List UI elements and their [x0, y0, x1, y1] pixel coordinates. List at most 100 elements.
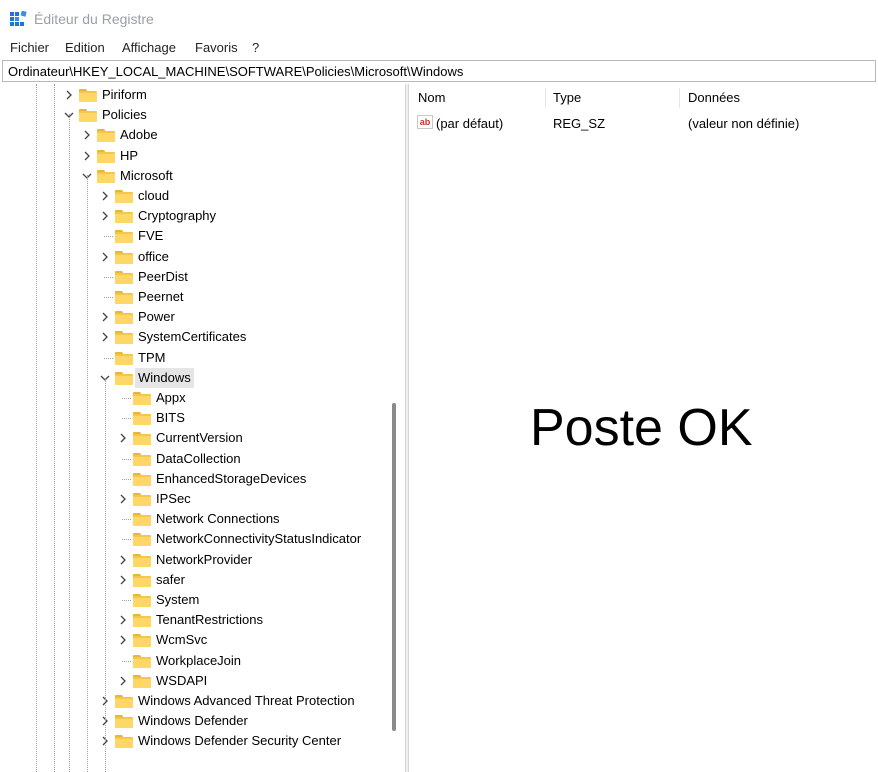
tree-node[interactable]: Policies — [0, 105, 400, 125]
tree-node[interactable]: FVE — [0, 226, 400, 246]
column-header-type[interactable]: Type — [553, 90, 581, 105]
tree-node[interactable]: Windows Defender — [0, 711, 400, 731]
tree-node-label[interactable]: CurrentVersion — [153, 428, 246, 448]
tree-node-label[interactable]: Policies — [99, 105, 150, 125]
tree-node[interactable]: safer — [0, 570, 400, 590]
tree-node[interactable]: NetworkProvider — [0, 550, 400, 570]
chevron-right-icon[interactable] — [99, 307, 111, 327]
chevron-right-icon[interactable] — [117, 550, 129, 570]
chevron-right-icon[interactable] — [99, 186, 111, 206]
chevron-right-icon[interactable] — [117, 671, 129, 691]
tree-node[interactable]: CurrentVersion — [0, 428, 400, 448]
chevron-right-icon[interactable] — [99, 327, 111, 347]
tree-node[interactable]: Microsoft — [0, 166, 400, 186]
tree-node-label[interactable]: Microsoft — [117, 166, 176, 186]
tree-node-label[interactable]: System — [153, 590, 202, 610]
menu-fichier[interactable]: Fichier — [10, 40, 49, 55]
tree-node-label[interactable]: Windows Advanced Threat Protection — [135, 691, 358, 711]
chevron-right-icon[interactable] — [81, 125, 93, 145]
column-separator[interactable] — [679, 88, 680, 108]
tree-node-label[interactable]: cloud — [135, 186, 172, 206]
tree-node-label[interactable]: Power — [135, 307, 178, 327]
tree-node-label[interactable]: Cryptography — [135, 206, 219, 226]
tree-node[interactable]: office — [0, 247, 400, 267]
tree-node-label[interactable]: EnhancedStorageDevices — [153, 469, 309, 489]
tree-node-label[interactable]: BITS — [153, 408, 188, 428]
tree-node-label[interactable]: Piriform — [99, 85, 150, 105]
tree-node-label[interactable]: FVE — [135, 226, 166, 246]
menu-favoris[interactable]: Favoris — [195, 40, 238, 55]
tree-node-label[interactable]: HP — [117, 146, 141, 166]
chevron-right-icon[interactable] — [117, 630, 129, 650]
chevron-right-icon[interactable] — [117, 570, 129, 590]
chevron-right-icon[interactable] — [117, 428, 129, 448]
tree-node[interactable]: System — [0, 590, 400, 610]
tree-node-label[interactable]: PeerDist — [135, 267, 191, 287]
tree-node[interactable]: Adobe — [0, 125, 400, 145]
tree-node[interactable]: WcmSvc — [0, 630, 400, 650]
column-header-data[interactable]: Données — [688, 90, 740, 105]
tree-node[interactable]: WorkplaceJoin — [0, 651, 400, 671]
tree-node[interactable]: TenantRestrictions — [0, 610, 400, 630]
tree-node[interactable]: Power — [0, 307, 400, 327]
tree-node-label[interactable]: IPSec — [153, 489, 194, 509]
tree-node[interactable]: TPM — [0, 348, 400, 368]
tree-node[interactable]: BITS — [0, 408, 400, 428]
tree-node[interactable]: NetworkConnectivityStatusIndicator — [0, 529, 400, 549]
column-header-name[interactable]: Nom — [418, 90, 445, 105]
tree-node[interactable]: DataCollection — [0, 449, 400, 469]
tree-node[interactable]: Windows — [0, 367, 400, 388]
tree-node-label[interactable]: Windows Defender Security Center — [135, 731, 344, 751]
tree-node-label[interactable]: WSDAPI — [153, 671, 210, 691]
tree-node[interactable]: Peernet — [0, 287, 400, 307]
tree-node-label[interactable]: NetworkConnectivityStatusIndicator — [153, 529, 364, 549]
tree-node-label[interactable]: Windows — [135, 367, 194, 388]
chevron-right-icon[interactable] — [99, 206, 111, 226]
tree-node-label[interactable]: Network Connections — [153, 509, 283, 529]
tree-node-label[interactable]: SystemCertificates — [135, 327, 249, 347]
tree-node[interactable]: Network Connections — [0, 509, 400, 529]
tree-node-label[interactable]: TenantRestrictions — [153, 610, 266, 630]
address-bar[interactable]: Ordinateur\HKEY_LOCAL_MACHINE\SOFTWARE\P… — [2, 60, 876, 82]
pane-splitter[interactable] — [405, 84, 409, 772]
tree-node[interactable]: SystemCertificates — [0, 327, 400, 347]
value-data: (valeur non définie) — [688, 116, 800, 131]
tree-node[interactable]: EnhancedStorageDevices — [0, 469, 400, 489]
tree-node-label[interactable]: Adobe — [117, 125, 161, 145]
tree-node[interactable]: IPSec — [0, 489, 400, 509]
chevron-right-icon[interactable] — [63, 85, 75, 105]
tree-node[interactable]: Appx — [0, 388, 400, 408]
tree-node-label[interactable]: Windows Defender — [135, 711, 251, 731]
tree-node[interactable]: cloud — [0, 186, 400, 206]
address-path[interactable]: Ordinateur\HKEY_LOCAL_MACHINE\SOFTWARE\P… — [8, 64, 463, 79]
menu-affichage[interactable]: Affichage — [122, 40, 176, 55]
chevron-right-icon[interactable] — [81, 146, 93, 166]
tree-node-label[interactable]: WcmSvc — [153, 630, 210, 650]
tree-node[interactable]: Cryptography — [0, 206, 400, 226]
value-name[interactable]: (par défaut) — [436, 116, 503, 131]
tree-node[interactable]: HP — [0, 146, 400, 166]
tree-node-label[interactable]: office — [135, 247, 172, 267]
tree-scrollbar-thumb[interactable] — [392, 403, 396, 731]
tree-node-label[interactable]: Peernet — [135, 287, 187, 307]
tree-node[interactable]: WSDAPI — [0, 671, 400, 691]
registry-tree[interactable]: Piriform Policies Adobe HP Microsoft cloud Cry… — [0, 84, 403, 772]
tree-node-label[interactable]: safer — [153, 570, 188, 590]
tree-node-label[interactable]: WorkplaceJoin — [153, 651, 244, 671]
tree-connector — [122, 660, 131, 662]
chevron-right-icon[interactable] — [99, 247, 111, 267]
tree-connector — [104, 236, 113, 238]
tree-node[interactable]: Piriform — [0, 85, 400, 105]
tree-node-label[interactable]: Appx — [153, 388, 189, 408]
tree-node-label[interactable]: DataCollection — [153, 449, 244, 469]
menu-help[interactable]: ? — [252, 40, 259, 55]
tree-node[interactable]: Windows Defender Security Center — [0, 731, 400, 751]
chevron-right-icon[interactable] — [117, 489, 129, 509]
menu-edition[interactable]: Edition — [65, 40, 105, 55]
tree-node[interactable]: PeerDist — [0, 267, 400, 287]
tree-node-label[interactable]: NetworkProvider — [153, 550, 255, 570]
tree-node[interactable]: Windows Advanced Threat Protection — [0, 691, 400, 711]
chevron-right-icon[interactable] — [117, 610, 129, 630]
tree-node-label[interactable]: TPM — [135, 348, 168, 368]
column-separator[interactable] — [545, 88, 546, 108]
